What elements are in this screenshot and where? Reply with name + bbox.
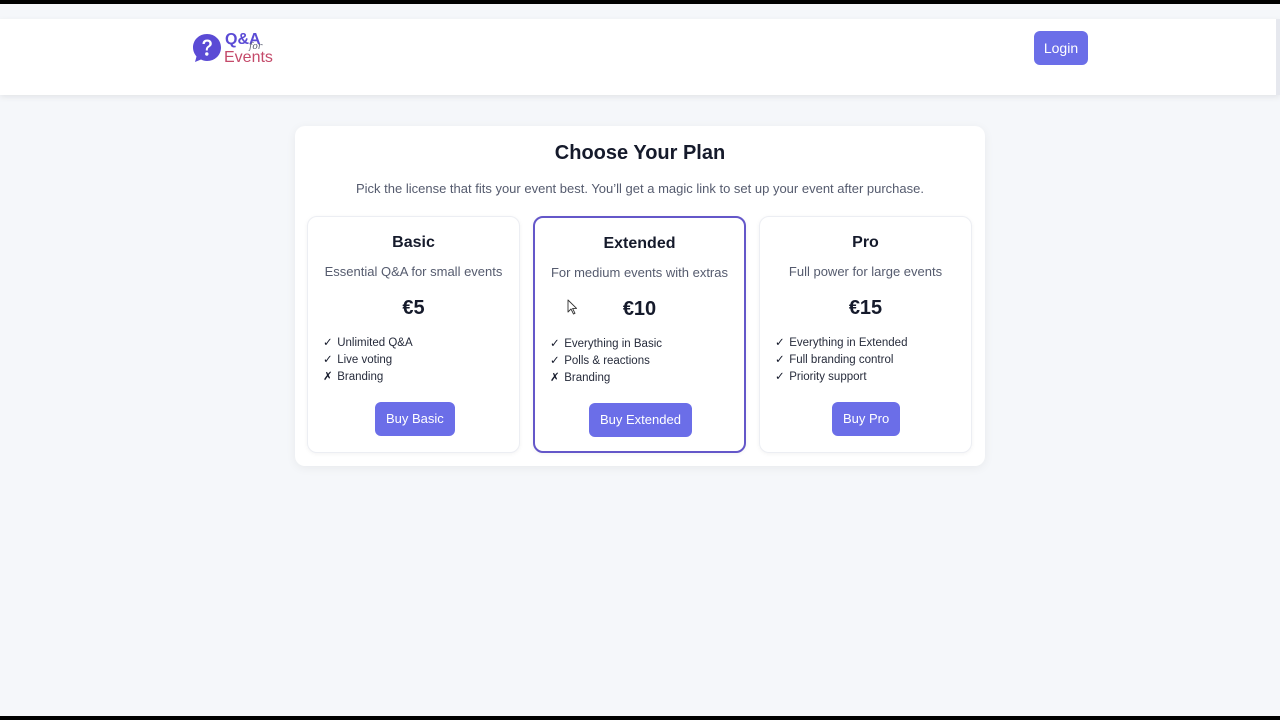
check-icon: ✓ xyxy=(323,337,333,349)
feature-text: Branding xyxy=(564,372,611,384)
feature-text: Polls & reactions xyxy=(564,355,650,367)
page-title: Choose Your Plan xyxy=(554,142,726,164)
check-icon: ✓ xyxy=(775,337,785,349)
feature-text: Everything in Basic xyxy=(564,338,662,350)
login-button[interactable]: Login xyxy=(1034,31,1088,65)
feature-item: ✗ Branding xyxy=(550,370,662,387)
logo-text-events: Events xyxy=(224,49,273,66)
plan-name: Pro xyxy=(852,234,879,251)
feature-text: Priority support xyxy=(789,371,867,383)
plan-selection-card: Choose Your Plan Pick the license that f… xyxy=(295,126,985,466)
buy-pro-button[interactable]: Buy Pro xyxy=(832,402,901,436)
buy-extended-button[interactable]: Buy Extended xyxy=(589,403,692,437)
check-icon: ✓ xyxy=(775,371,785,383)
app-viewport: Q&A for Events Login Choose Your Plan Pi… xyxy=(0,4,1280,716)
plan-description: Full power for large events xyxy=(788,264,943,279)
plan-description: For medium events with extras xyxy=(550,265,728,280)
plan-card-pro: Pro Full power for large events €15 ✓ Ev… xyxy=(759,216,972,453)
mouse-pointer-icon xyxy=(567,299,578,315)
plan-description: Essential Q&A for small events xyxy=(324,264,503,279)
plan-name: Basic xyxy=(392,234,435,251)
cross-icon: ✗ xyxy=(550,372,560,384)
scrollbar[interactable] xyxy=(1276,19,1280,95)
buy-basic-button[interactable]: Buy Basic xyxy=(375,402,455,436)
check-icon: ✓ xyxy=(550,355,560,367)
feature-text: Unlimited Q&A xyxy=(337,337,413,349)
feature-item: ✓ Polls & reactions xyxy=(550,353,662,370)
feature-item: ✓ Everything in Extended xyxy=(775,335,907,352)
check-icon: ✓ xyxy=(323,354,333,366)
feature-text: Branding xyxy=(337,371,384,383)
check-icon: ✓ xyxy=(775,354,785,366)
plan-card-extended: Extended For medium events with extras €… xyxy=(533,216,746,453)
page-subtitle: Pick the license that fits your event be… xyxy=(356,181,924,196)
feature-list: ✓ Everything in Extended ✓ Full branding… xyxy=(775,335,907,386)
feature-list: ✓ Everything in Basic ✓ Polls & reaction… xyxy=(550,336,662,387)
navbar: Q&A for Events Login xyxy=(0,19,1280,95)
feature-list: ✓ Unlimited Q&A ✓ Live voting ✗ Branding xyxy=(323,335,413,386)
top-strip xyxy=(0,4,1280,20)
speech-bubble-question-icon xyxy=(193,34,221,62)
feature-item: ✓ Live voting xyxy=(323,352,413,369)
feature-item: ✗ Branding xyxy=(323,369,413,386)
feature-text: Full branding control xyxy=(789,354,894,366)
feature-text: Live voting xyxy=(337,354,393,366)
cross-icon: ✗ xyxy=(323,371,333,383)
feature-text: Everything in Extended xyxy=(789,337,908,349)
feature-item: ✓ Unlimited Q&A xyxy=(323,335,413,352)
plan-name: Extended xyxy=(603,235,676,252)
plan-price: €5 xyxy=(402,297,425,319)
logo[interactable]: Q&A for Events xyxy=(192,31,282,71)
check-icon: ✓ xyxy=(550,338,560,350)
plan-price: €15 xyxy=(848,297,883,319)
feature-item: ✓ Everything in Basic xyxy=(550,336,662,353)
plan-card-basic: Basic Essential Q&A for small events €5 … xyxy=(307,216,520,453)
feature-item: ✓ Full branding control xyxy=(775,352,907,369)
feature-item: ✓ Priority support xyxy=(775,369,907,386)
